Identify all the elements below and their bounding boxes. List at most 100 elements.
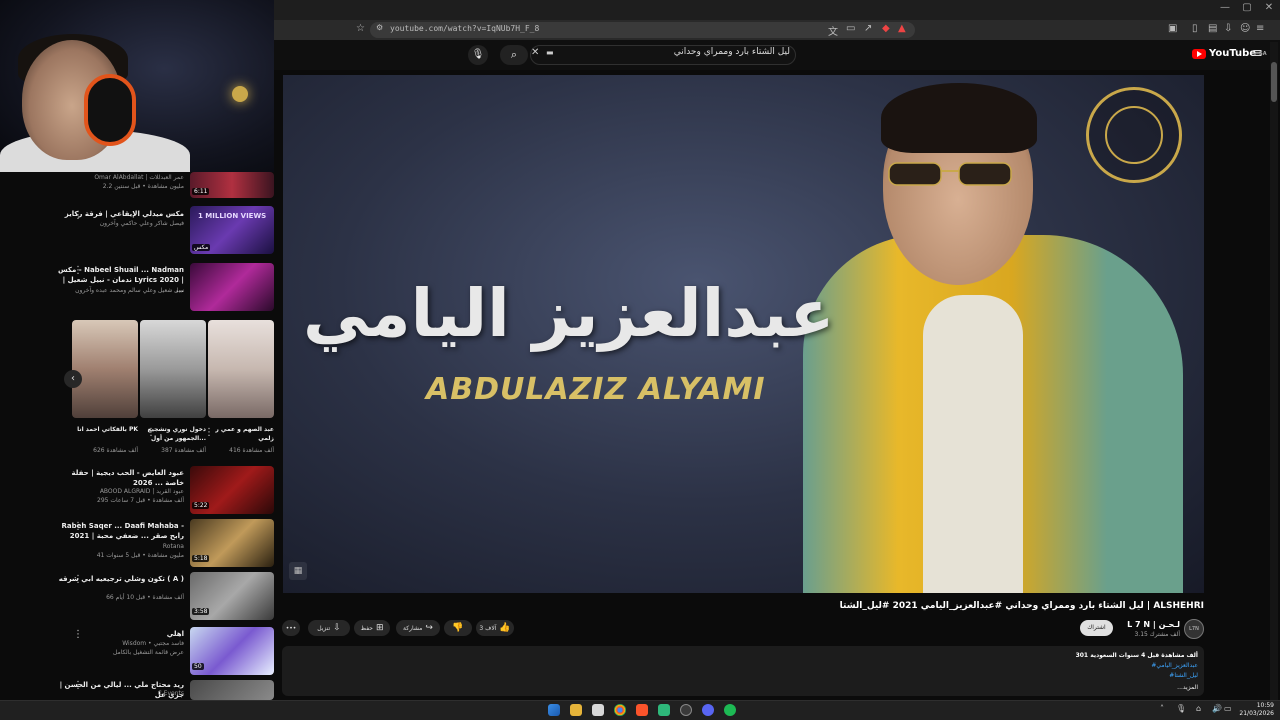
spotify-icon[interactable] bbox=[724, 704, 736, 716]
video-meta: 295 ألف مشاهدة • قبل 7 ساعات bbox=[97, 497, 184, 504]
page-scrollbar[interactable] bbox=[1270, 42, 1278, 700]
playlist-badge: 50 bbox=[192, 663, 204, 670]
wallet-icon[interactable]: ▤ bbox=[1208, 23, 1217, 34]
profile-icon[interactable]: ☺ bbox=[1240, 23, 1250, 34]
tray-network-icon[interactable]: ⌂ bbox=[1196, 704, 1201, 713]
video-title[interactable]: مكس ميدلي الإيقاعي | فرقة ركايز bbox=[54, 209, 184, 219]
video-title[interactable]: اهلي bbox=[54, 629, 184, 639]
duration-badge: 5:22 bbox=[192, 502, 210, 509]
brave-shield-icon[interactable]: ◆ bbox=[882, 23, 890, 34]
clock-time[interactable]: 10:59 bbox=[1234, 702, 1274, 709]
hashtag-link[interactable]: #عبدالعزيز_اليامي bbox=[900, 662, 1198, 669]
subscriber-count: 3.15 ألف مشترك bbox=[1134, 631, 1180, 638]
tray-volume-icon[interactable]: 🔊 bbox=[1212, 704, 1222, 713]
list-item[interactable]: 1 MILLION VIEWS مكس ⋮ مكس ميدلي الإيقاعي… bbox=[0, 206, 274, 256]
windows-start-icon[interactable] bbox=[548, 704, 560, 716]
video-title: ليل الشتاء بارد وممراي وحداني #عبدالعزيز… bbox=[839, 601, 1204, 611]
video-meta[interactable]: عرض قائمة التشغيل بالكامل bbox=[54, 649, 184, 657]
short-thumbnail[interactable] bbox=[208, 320, 274, 418]
save-button[interactable]: حفظ ⊞ bbox=[354, 620, 390, 636]
video-meta: 66 ألف مشاهدة • قبل 10 أيام bbox=[106, 594, 184, 601]
extensions-icon[interactable]: ▣ bbox=[1168, 23, 1177, 34]
rewards-icon[interactable]: ▲ bbox=[898, 23, 906, 34]
list-item[interactable]: 5:22 عبود العايض - الحب ديجية | حفلة خاص… bbox=[0, 466, 274, 514]
cast-icon[interactable]: ▭ bbox=[846, 23, 855, 34]
tray-battery-icon[interactable]: ▭ bbox=[1224, 704, 1232, 713]
more-actions-button[interactable]: ••• bbox=[282, 620, 300, 636]
maximize-icon[interactable]: ▢ bbox=[1236, 2, 1258, 13]
video-player[interactable]: عبدالعزيز اليامي ABDULAZIZ ALYAMI ▦ bbox=[283, 75, 1204, 593]
translate-icon[interactable]: 文 bbox=[828, 23, 838, 38]
video-title[interactable]: عبود العايض - الحب ديجية | حفلة خاصة ...… bbox=[54, 468, 184, 488]
scrollbar-thumb[interactable] bbox=[1271, 62, 1277, 102]
address-url: youtube.com/watch?v=IqNUb7H_F_8 bbox=[390, 24, 540, 33]
more-options-icon[interactable]: ⋮ bbox=[146, 427, 156, 438]
singer-shirt bbox=[923, 295, 1023, 593]
subscribe-button[interactable]: اشتراك bbox=[1080, 620, 1113, 636]
browser-menu-icon[interactable]: ≡ bbox=[1256, 23, 1264, 34]
tray-mic-icon[interactable]: 🎙 bbox=[1176, 704, 1186, 713]
more-options-icon[interactable]: ⋮ bbox=[204, 427, 214, 438]
chrome-icon[interactable] bbox=[614, 704, 626, 716]
list-item[interactable]: 6:11 Omar AlAbdallat | عمر العبدللات 2.2… bbox=[0, 172, 274, 198]
channel-name[interactable]: Omar AlAbdallat | عمر العبدللات bbox=[54, 174, 184, 182]
headphone-icon bbox=[84, 74, 136, 146]
app-icon[interactable] bbox=[658, 704, 670, 716]
short-title[interactable]: بالفكاتي احمد انا PK bbox=[72, 425, 138, 434]
channel-name: C Events bbox=[157, 690, 184, 697]
keyboard-icon[interactable]: ▬ bbox=[546, 48, 554, 57]
video-title[interactable]: Rabeh Saqer ... Daafi Mahaba - رابح صقر … bbox=[54, 521, 184, 541]
list-item[interactable]: ⋮ ريد محتاج ملي ... ليالي من الحسن | جزي… bbox=[0, 680, 274, 700]
brave-icon[interactable] bbox=[636, 704, 648, 716]
clear-search-icon[interactable]: ✕ bbox=[531, 47, 539, 58]
list-item[interactable]: 5:18 ⋮ Rabeh Saqer ... Daafi Mahaba - را… bbox=[0, 519, 274, 567]
channel-watermark-icon[interactable]: ▦ bbox=[289, 562, 307, 580]
share-page-icon[interactable]: ↗ bbox=[864, 23, 872, 34]
clock-date[interactable]: 21/03/2026 bbox=[1234, 710, 1274, 717]
video-title[interactable]: تكون وشلي ترجيعيه ابي شرقه ( A ) bbox=[54, 574, 184, 584]
mix-badge: مكس bbox=[192, 244, 211, 251]
minimize-icon[interactable]: — bbox=[1214, 2, 1236, 13]
search-icon[interactable]: ⌕ bbox=[500, 45, 528, 65]
tray-chevron-icon[interactable]: ˄ bbox=[1160, 704, 1164, 713]
discord-icon[interactable] bbox=[702, 704, 714, 716]
channel-avatar[interactable]: L7N bbox=[1184, 619, 1204, 639]
download-button[interactable]: تنزيل ⇩ bbox=[308, 620, 350, 636]
duration-badge: 5:18 bbox=[192, 555, 210, 562]
description-meta: 301 ألف مشاهدة قبل 4 سنوات السعودية bbox=[1075, 652, 1198, 659]
hashtag-link[interactable]: #ليل_الشتا bbox=[900, 672, 1198, 679]
video-thumbnail[interactable] bbox=[190, 263, 274, 311]
sidebar-toggle-icon[interactable]: ▯ bbox=[1192, 23, 1198, 34]
download-icon[interactable]: ⇩ bbox=[1224, 23, 1232, 34]
share-label: مشاركة bbox=[403, 624, 423, 632]
list-item[interactable]: 3:58 ⋮ تكون وشلي ترجيعيه ابي شرقه ( A ) … bbox=[0, 572, 274, 620]
guide-menu-icon[interactable]: ≡ bbox=[1252, 46, 1263, 61]
list-item[interactable]: 50 ⋮ اهلي Wisdom • فاسد مجتبي عرض قائمة … bbox=[0, 627, 274, 675]
webcam-overlay bbox=[0, 0, 274, 172]
download-arrow-icon: ⇩ bbox=[333, 623, 341, 633]
thumbs-up-icon: 👍 bbox=[499, 623, 511, 633]
bookmark-icon[interactable]: ☆ bbox=[356, 23, 365, 34]
like-button[interactable]: 3 آلاف 👍 bbox=[476, 620, 514, 636]
duration-badge: 3:58 bbox=[192, 608, 210, 615]
video-thumbnail[interactable] bbox=[190, 680, 274, 700]
voice-search-icon[interactable]: 🎙 bbox=[468, 45, 488, 65]
store-icon[interactable] bbox=[592, 704, 604, 716]
short-views: 416 ألف مشاهدة bbox=[229, 447, 274, 454]
short-thumbnail[interactable] bbox=[140, 320, 206, 418]
duration-badge: 6:11 bbox=[192, 188, 210, 195]
file-explorer-icon[interactable] bbox=[570, 704, 582, 716]
youtube-logo-text: YouTube bbox=[1209, 48, 1257, 59]
video-meta: 41 مليون مشاهدة • قبل 5 سنوات bbox=[96, 552, 184, 559]
short-title[interactable]: عبد الصهم و عمي ر زلمي bbox=[208, 425, 274, 443]
share-button[interactable]: مشاركة ↪ bbox=[396, 620, 440, 636]
show-more-link[interactable]: ...المزيد bbox=[900, 684, 1198, 691]
dislike-button[interactable]: 👎 bbox=[444, 620, 472, 636]
short-thumbnail[interactable] bbox=[72, 320, 138, 418]
close-window-icon[interactable]: ✕ bbox=[1258, 2, 1280, 13]
shorts-prev-button[interactable]: ‹ bbox=[64, 370, 82, 388]
obs-icon[interactable] bbox=[680, 704, 692, 716]
site-info-icon[interactable]: ⚙ bbox=[376, 23, 383, 32]
channel-name: فيصل شاكر وعلي حاكمي وآخرون bbox=[99, 220, 184, 227]
list-item[interactable]: ⋮ مكس - Nabeel Shuail ... Nadman | ندمان… bbox=[0, 263, 274, 313]
